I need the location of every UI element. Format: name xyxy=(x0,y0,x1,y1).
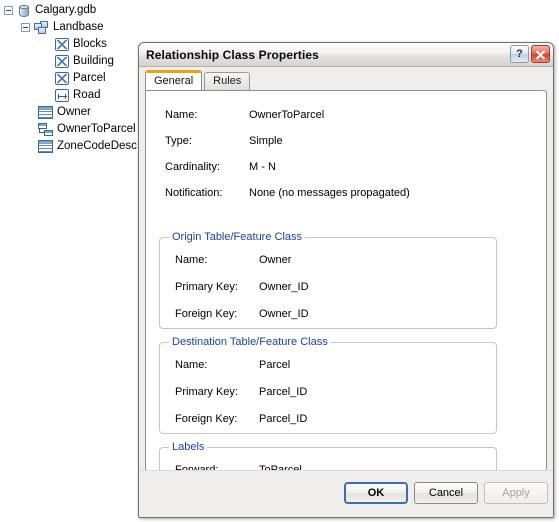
relationship-class-properties-dialog[interactable]: Relationship Class Properties ? General … xyxy=(138,42,554,518)
field-cardinality-label: Cardinality: xyxy=(165,161,221,173)
destination-primary-key-value: Parcel_ID xyxy=(259,386,308,398)
origin-name-value: Owner xyxy=(259,254,292,266)
ok-button[interactable]: OK xyxy=(344,482,408,504)
tree-item-label: Owner xyxy=(57,106,91,118)
tab-general[interactable]: General xyxy=(145,70,203,90)
origin-table-group: Origin Table/Feature Class Name: Owner P… xyxy=(159,231,497,329)
field-name-value: OwnerToParcel xyxy=(249,109,325,121)
dialog-footer: OK Cancel Apply xyxy=(139,470,553,517)
catalog-tree[interactable]: Calgary.gdb Landbase Blocks Building Parcel R… xyxy=(0,0,160,522)
tree-item-label: Landbase xyxy=(53,21,104,33)
destination-table-group: Destination Table/Feature Class Name: Pa… xyxy=(159,336,497,434)
help-icon[interactable]: ? xyxy=(510,45,529,63)
tree-expander[interactable] xyxy=(21,23,30,32)
feature-dataset-icon xyxy=(34,20,49,35)
origin-name-label: Name: xyxy=(175,254,208,266)
destination-foreign-key-label: Foreign Key: xyxy=(175,413,238,425)
tree-item-label: Calgary.gdb xyxy=(35,4,97,16)
polygon-feature-class-icon xyxy=(55,38,69,51)
field-cardinality-value: M - N xyxy=(249,161,276,173)
field-name-label: Name: xyxy=(165,109,198,121)
origin-foreign-key-value: Owner_ID xyxy=(259,308,309,320)
dialog-title-bar[interactable]: Relationship Class Properties ? xyxy=(139,43,553,67)
destination-primary-key-label: Primary Key: xyxy=(175,386,238,398)
destination-name-value: Parcel xyxy=(259,359,291,371)
title-bar-buttons: ? xyxy=(510,45,550,63)
tree-item-calgary-gdb[interactable]: Calgary.gdb xyxy=(4,2,96,19)
close-icon[interactable] xyxy=(531,45,550,63)
polygon-feature-class-icon xyxy=(55,72,69,85)
geodatabase-icon xyxy=(17,4,31,18)
table-icon xyxy=(38,106,53,119)
destination-foreign-key-value: Parcel_ID xyxy=(259,413,308,425)
tree-item-ownertoparcel[interactable]: OwnerToParcel xyxy=(4,121,136,138)
line-feature-class-icon xyxy=(55,89,69,102)
tree-item-zonecodedesc[interactable]: ZoneCodeDesc xyxy=(4,138,137,155)
origin-foreign-key-label: Foreign Key: xyxy=(175,308,238,320)
tree-item-label: OwnerToParcel xyxy=(57,123,136,135)
tree-item-owner[interactable]: Owner xyxy=(4,104,91,121)
tree-item-label: Building xyxy=(73,55,114,67)
origin-table-group-legend: Origin Table/Feature Class xyxy=(169,231,306,243)
tree-expander[interactable] xyxy=(4,6,13,15)
labels-group-legend: Labels xyxy=(169,441,208,453)
tree-item-landbase[interactable]: Landbase xyxy=(4,19,104,36)
tab-panel-general: Name: OwnerToParcel Type: Simple Cardina… xyxy=(145,90,547,513)
tab-strip[interactable]: General Rules xyxy=(145,70,251,90)
tree-item-building[interactable]: Building xyxy=(4,53,114,70)
origin-primary-key-label: Primary Key: xyxy=(175,281,238,293)
polygon-feature-class-icon xyxy=(55,55,69,68)
tree-item-label: ZoneCodeDesc xyxy=(57,140,137,152)
origin-primary-key-value: Owner_ID xyxy=(259,281,309,293)
tree-item-label: Road xyxy=(73,89,101,101)
destination-table-group-legend: Destination Table/Feature Class xyxy=(169,336,331,348)
tree-item-label: Parcel xyxy=(73,72,106,84)
field-notification-label: Notification: xyxy=(165,187,223,199)
destination-name-label: Name: xyxy=(175,359,208,371)
tree-item-parcel[interactable]: Parcel xyxy=(4,70,106,87)
cancel-button[interactable]: Cancel xyxy=(414,482,478,504)
table-icon xyxy=(38,140,53,153)
apply-button: Apply xyxy=(484,482,548,504)
tab-rules[interactable]: Rules xyxy=(204,72,251,90)
tree-item-blocks[interactable]: Blocks xyxy=(4,36,107,53)
dialog-title: Relationship Class Properties xyxy=(146,47,319,62)
field-type-value: Simple xyxy=(249,135,283,147)
field-notification-value: None (no messages propagated) xyxy=(249,187,410,199)
tree-item-label: Blocks xyxy=(73,38,107,50)
tree-item-road[interactable]: Road xyxy=(4,87,101,104)
relationship-class-icon xyxy=(38,122,53,137)
field-type-label: Type: xyxy=(165,135,192,147)
